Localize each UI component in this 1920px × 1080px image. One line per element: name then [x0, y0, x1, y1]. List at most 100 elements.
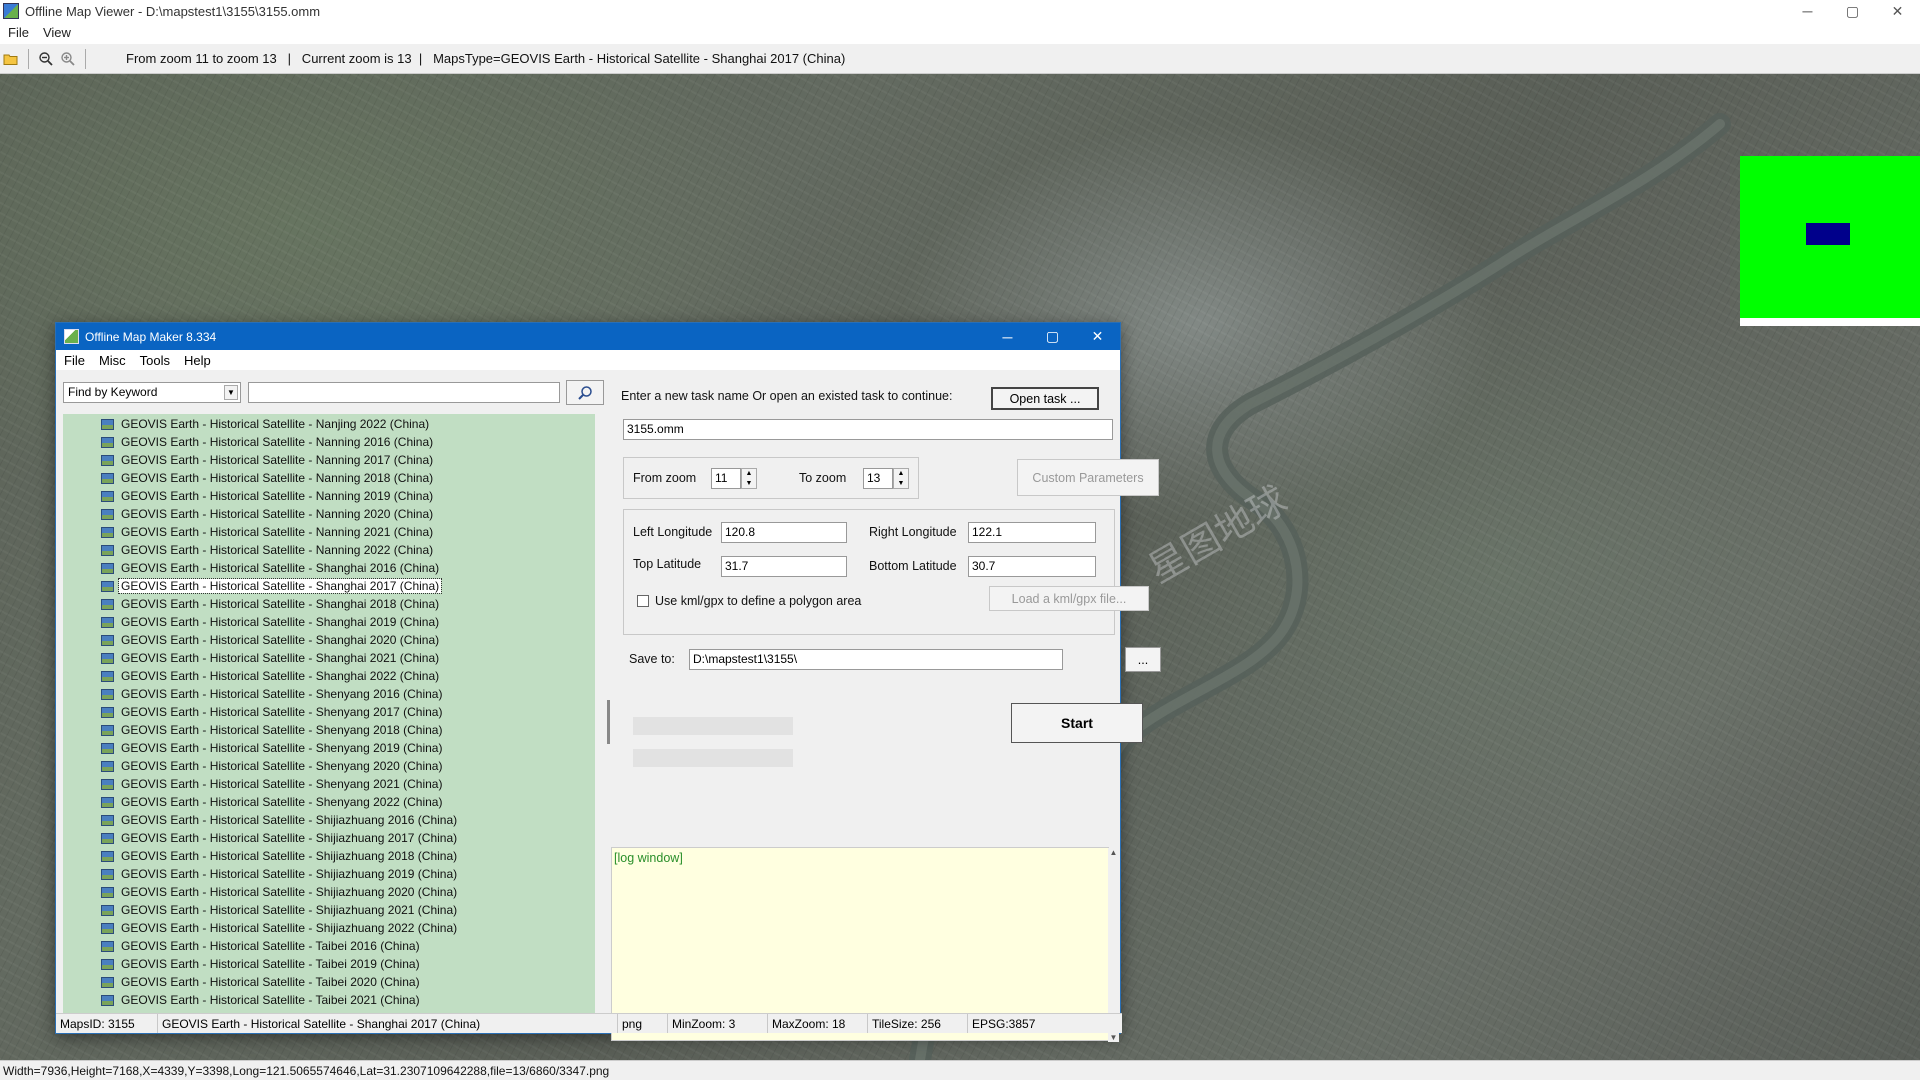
- save-to-label: Save to:: [629, 652, 675, 666]
- scroll-up-icon[interactable]: ▲: [1110, 848, 1118, 857]
- dialog-status-bar: MapsID: 3155 GEOVIS Earth - Historical S…: [56, 1013, 1122, 1033]
- map-type-list-item[interactable]: GEOVIS Earth - Historical Satellite - Ta…: [63, 973, 595, 991]
- map-type-list-item[interactable]: GEOVIS Earth - Historical Satellite - Ta…: [63, 955, 595, 973]
- map-type-label: GEOVIS Earth - Historical Satellite - Sh…: [121, 813, 458, 827]
- zoom-in-icon[interactable]: [57, 48, 79, 70]
- map-type-list-item[interactable]: GEOVIS Earth - Historical Satellite - Sh…: [63, 811, 595, 829]
- close-button[interactable]: ✕: [1875, 0, 1920, 22]
- map-type-label: GEOVIS Earth - Historical Satellite - Na…: [121, 543, 434, 557]
- map-type-list-item[interactable]: GEOVIS Earth - Historical Satellite - Na…: [63, 541, 595, 559]
- map-icon: [101, 526, 114, 538]
- map-icon: [101, 850, 114, 862]
- dialog-menu-help[interactable]: Help: [184, 353, 211, 368]
- open-task-button[interactable]: Open task ...: [991, 387, 1099, 410]
- map-type-list-item[interactable]: GEOVIS Earth - Historical Satellite - Sh…: [63, 775, 595, 793]
- open-folder-icon[interactable]: [0, 48, 22, 70]
- zoom-out-icon[interactable]: [35, 48, 57, 70]
- map-type-list-item[interactable]: GEOVIS Earth - Historical Satellite - Na…: [63, 523, 595, 541]
- search-button[interactable]: [566, 380, 604, 405]
- map-type-list-item[interactable]: GEOVIS Earth - Historical Satellite - Sh…: [63, 631, 595, 649]
- custom-parameters-button[interactable]: Custom Parameters: [1017, 459, 1159, 496]
- menu-view[interactable]: View: [43, 25, 71, 40]
- minimize-button[interactable]: ─: [1785, 0, 1830, 22]
- maximize-button[interactable]: ▢: [1830, 0, 1875, 22]
- map-type-list-item[interactable]: GEOVIS Earth - Historical Satellite - Sh…: [63, 865, 595, 883]
- map-icon: [101, 490, 114, 502]
- map-icon: [101, 958, 114, 970]
- map-type-list-item[interactable]: GEOVIS Earth - Historical Satellite - Sh…: [63, 883, 595, 901]
- save-to-field[interactable]: D:\mapstest1\3155\: [689, 649, 1063, 670]
- overview-viewport-box[interactable]: [1806, 223, 1850, 245]
- map-type-list-item[interactable]: GEOVIS Earth - Historical Satellite - Sh…: [63, 613, 595, 631]
- map-type-label: GEOVIS Earth - Historical Satellite - Sh…: [121, 597, 440, 611]
- map-type-label: GEOVIS Earth - Historical Satellite - Sh…: [121, 795, 443, 809]
- map-type-list-item[interactable]: GEOVIS Earth - Historical Satellite - Sh…: [63, 577, 595, 595]
- map-type-list-item[interactable]: GEOVIS Earth - Historical Satellite - Sh…: [63, 649, 595, 667]
- map-icon: [101, 688, 114, 700]
- top-latitude-field[interactable]: 31.7: [721, 556, 847, 577]
- dialog-menu-tools[interactable]: Tools: [140, 353, 170, 368]
- map-type-list-item[interactable]: GEOVIS Earth - Historical Satellite - Sh…: [63, 559, 595, 577]
- panel-splitter[interactable]: [607, 700, 610, 744]
- map-icon: [101, 796, 114, 808]
- load-kml-button[interactable]: Load a kml/gpx file...: [989, 586, 1149, 611]
- right-longitude-field[interactable]: 122.1: [968, 522, 1096, 543]
- dialog-maximize-button[interactable]: ▢: [1030, 323, 1075, 350]
- overview-minimap[interactable]: [1740, 156, 1920, 326]
- map-type-list-item[interactable]: GEOVIS Earth - Historical Satellite - Sh…: [63, 829, 595, 847]
- map-icon: [101, 976, 114, 988]
- map-type-list-item[interactable]: GEOVIS Earth - Historical Satellite - Ta…: [63, 937, 595, 955]
- map-type-label: GEOVIS Earth - Historical Satellite - Sh…: [121, 831, 458, 845]
- start-button[interactable]: Start: [1011, 703, 1143, 743]
- map-type-list-item[interactable]: GEOVIS Earth - Historical Satellite - Sh…: [63, 793, 595, 811]
- dialog-close-button[interactable]: ✕: [1075, 323, 1120, 350]
- map-type-label: GEOVIS Earth - Historical Satellite - Ta…: [121, 939, 420, 953]
- use-kml-checkbox[interactable]: [637, 595, 649, 607]
- task-name-field[interactable]: 3155.omm: [623, 419, 1113, 440]
- map-type-list-item[interactable]: GEOVIS Earth - Historical Satellite - Sh…: [63, 901, 595, 919]
- map-type-list-item[interactable]: GEOVIS Earth - Historical Satellite - Sh…: [63, 595, 595, 613]
- scroll-down-icon[interactable]: ▼: [1110, 1033, 1118, 1042]
- log-window[interactable]: [log window] ▲ ▼: [611, 847, 1119, 1042]
- map-type-label: GEOVIS Earth - Historical Satellite - Na…: [121, 489, 434, 503]
- search-input[interactable]: [248, 382, 560, 403]
- bottom-latitude-field[interactable]: 30.7: [968, 556, 1096, 577]
- map-type-list-item[interactable]: GEOVIS Earth - Historical Satellite - Sh…: [63, 667, 595, 685]
- map-type-list-item[interactable]: GEOVIS Earth - Historical Satellite - Ta…: [63, 991, 595, 1009]
- browse-button[interactable]: ...: [1125, 647, 1161, 672]
- map-type-list-item[interactable]: GEOVIS Earth - Historical Satellite - Na…: [63, 487, 595, 505]
- map-type-label: GEOVIS Earth - Historical Satellite - Sh…: [121, 921, 458, 935]
- map-type-tree[interactable]: GEOVIS Earth - Historical Satellite - Na…: [63, 414, 595, 1014]
- map-icon: [101, 706, 114, 718]
- dialog-menu-misc[interactable]: Misc: [99, 353, 126, 368]
- menu-file[interactable]: File: [8, 25, 29, 40]
- map-icon: [101, 544, 114, 556]
- map-type-list-item[interactable]: GEOVIS Earth - Historical Satellite - Na…: [63, 415, 595, 433]
- map-type-list-item[interactable]: GEOVIS Earth - Historical Satellite - Sh…: [63, 721, 595, 739]
- epsg-status: EPSG:3857: [972, 1017, 1036, 1031]
- maps-id-status: MapsID: 3155: [56, 1014, 158, 1033]
- from-zoom-stepper[interactable]: ▲ ▼: [741, 468, 757, 489]
- map-type-list-item[interactable]: GEOVIS Earth - Historical Satellite - Na…: [63, 469, 595, 487]
- dialog-app-icon: [64, 329, 79, 344]
- from-zoom-field[interactable]: 11: [711, 468, 741, 489]
- dialog-menu-file[interactable]: File: [64, 353, 85, 368]
- dialog-minimize-button[interactable]: ─: [985, 323, 1030, 350]
- map-icon: [101, 652, 114, 664]
- to-zoom-stepper[interactable]: ▲ ▼: [893, 468, 909, 489]
- left-longitude-field[interactable]: 120.8: [721, 522, 847, 543]
- map-type-list-item[interactable]: GEOVIS Earth - Historical Satellite - Sh…: [63, 739, 595, 757]
- to-zoom-field[interactable]: 13: [863, 468, 893, 489]
- map-type-list-item[interactable]: GEOVIS Earth - Historical Satellite - Sh…: [63, 847, 595, 865]
- map-type-list-item[interactable]: GEOVIS Earth - Historical Satellite - Na…: [63, 433, 595, 451]
- map-type-list-item[interactable]: GEOVIS Earth - Historical Satellite - Sh…: [63, 919, 595, 937]
- map-type-list-item[interactable]: GEOVIS Earth - Historical Satellite - Na…: [63, 505, 595, 523]
- map-type-list-item[interactable]: GEOVIS Earth - Historical Satellite - Sh…: [63, 703, 595, 721]
- map-type-list-item[interactable]: GEOVIS Earth - Historical Satellite - Sh…: [63, 757, 595, 775]
- map-type-list-item[interactable]: GEOVIS Earth - Historical Satellite - Na…: [63, 451, 595, 469]
- map-type-label: GEOVIS Earth - Historical Satellite - Ta…: [121, 993, 420, 1007]
- find-mode-select[interactable]: Find by Keyword ▼: [63, 382, 241, 403]
- map-type-label: GEOVIS Earth - Historical Satellite - Na…: [121, 453, 434, 467]
- chevron-down-icon[interactable]: ▼: [224, 385, 238, 400]
- map-type-list-item[interactable]: GEOVIS Earth - Historical Satellite - Sh…: [63, 685, 595, 703]
